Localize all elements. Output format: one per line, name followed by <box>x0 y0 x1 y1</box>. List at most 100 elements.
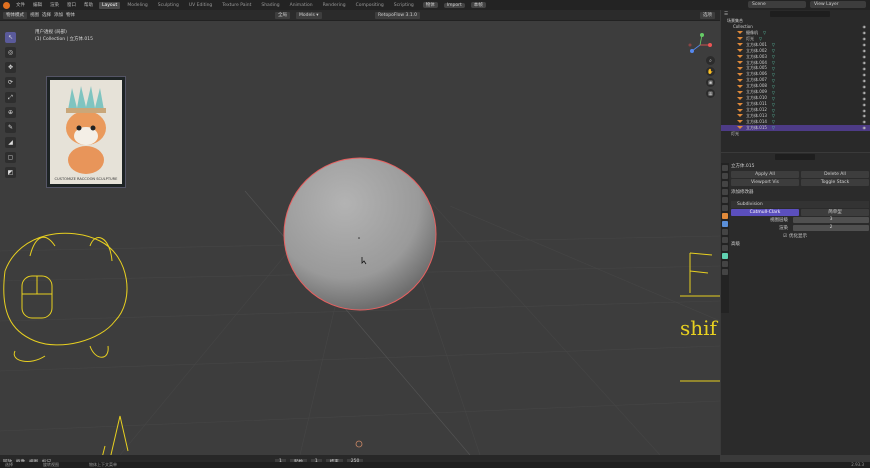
eye-icon[interactable]: ◉ <box>863 36 867 41</box>
world-tab-icon[interactable] <box>722 205 728 211</box>
filter-icon[interactable]: ☰ <box>724 12 728 17</box>
workspace-tab-texture[interactable]: Texture Paint <box>219 2 254 9</box>
menu-select[interactable]: 选择 <box>42 12 51 18</box>
advanced-section[interactable]: 高级 <box>731 241 740 248</box>
modifier-name[interactable]: Subdivision <box>737 201 763 208</box>
physics-tab-icon[interactable] <box>722 237 728 243</box>
material-tab-icon[interactable] <box>722 261 728 267</box>
rotate-tool-icon[interactable]: ⟳ <box>5 77 16 88</box>
properties-search-input[interactable] <box>775 154 815 160</box>
workspace-tab-uv[interactable]: UV Editing <box>186 2 215 9</box>
data-tab-icon[interactable] <box>722 253 728 259</box>
eye-icon[interactable]: ◉ <box>863 113 867 118</box>
tool-shelf: ↖ ◎ ✥ ⟳ ⤢ ⊕ ✎ ◢ ▢ ◩ <box>3 30 31 180</box>
retopoflow-button[interactable]: RetopoFlow 3.1.0 <box>375 12 420 19</box>
models-dropdown[interactable]: Models ▾ <box>296 12 322 19</box>
workspace-tab-layout[interactable]: Layout <box>99 1 121 9</box>
view-layer-tab-icon[interactable] <box>722 189 728 195</box>
scene-selector[interactable]: Scene <box>748 1 806 8</box>
eye-icon[interactable]: ◉ <box>863 108 867 113</box>
modifier-icon: ▽ <box>771 125 775 131</box>
levels-viewport-field[interactable]: 3 <box>793 217 869 223</box>
tool-tab-icon[interactable] <box>722 165 728 171</box>
modifier-tab-icon[interactable] <box>722 221 728 227</box>
toggle-stack-button[interactable]: Toggle Stack <box>801 179 869 186</box>
particles-tab-icon[interactable] <box>722 229 728 235</box>
mesh-icon <box>737 90 743 94</box>
transform-orientation[interactable]: 全局 <box>275 12 290 19</box>
transform-tool-icon[interactable]: ⊕ <box>5 107 16 118</box>
constraints-tab-icon[interactable] <box>722 245 728 251</box>
simple-button[interactable]: 简单型 <box>801 209 869 216</box>
eye-icon[interactable]: ◉ <box>863 125 867 130</box>
mode-dropdown[interactable]: 物体模式 <box>3 11 27 19</box>
menu-object[interactable]: 物体 <box>66 12 75 18</box>
add-cube-tool-icon[interactable]: ▢ <box>5 152 16 163</box>
object-tab-icon[interactable] <box>722 213 728 219</box>
render-tab-icon[interactable] <box>722 173 728 179</box>
blender-logo-icon[interactable] <box>3 1 10 9</box>
workspace-tab-shading[interactable]: Shading <box>258 2 282 9</box>
eye-icon[interactable]: ◉ <box>863 42 867 47</box>
options-dropdown[interactable]: 选项 <box>700 12 715 19</box>
eye-icon[interactable]: ◉ <box>863 119 867 124</box>
raccoon-figure-image <box>50 80 122 184</box>
render-levels-field[interactable]: 2 <box>793 225 869 231</box>
texture-tab-icon[interactable] <box>722 269 728 275</box>
scale-tool-icon[interactable]: ⤢ <box>5 92 16 103</box>
grid-icon[interactable]: ▦ <box>706 89 715 98</box>
viewport-vis-button[interactable]: Viewport Vis <box>731 179 799 186</box>
workspace-tab-scripting[interactable]: Scripting <box>391 2 417 9</box>
pan-hand-icon[interactable]: ✋ <box>706 67 715 76</box>
3d-viewport[interactable]: 用户透视 (局部) (1) Collection | 立方体.015 shif … <box>0 21 720 455</box>
outliner-row-extra[interactable]: 灯光 <box>721 131 870 137</box>
eye-icon[interactable]: ◉ <box>863 66 867 71</box>
frame-pill[interactable]: 本帧 <box>470 2 486 8</box>
measure-tool-icon[interactable]: ◢ <box>5 137 16 148</box>
eye-icon[interactable]: ◉ <box>863 72 867 77</box>
eye-icon[interactable]: ◉ <box>863 78 867 83</box>
delete-all-button[interactable]: Delete All <box>801 171 869 178</box>
cursor-tool-icon[interactable]: ◎ <box>5 47 16 58</box>
menu-edit[interactable]: 编辑 <box>31 2 44 8</box>
eye-icon[interactable]: ◉ <box>863 30 867 35</box>
menu-view[interactable]: 视图 <box>30 12 39 18</box>
workspace-tab-rendering[interactable]: Rendering <box>320 2 349 9</box>
eye-icon[interactable]: ◉ <box>863 96 867 101</box>
catmull-clark-button[interactable]: Catmull-Clark <box>731 209 799 216</box>
output-tab-icon[interactable] <box>722 181 728 187</box>
import-pill[interactable]: Import <box>443 2 465 8</box>
reference-image[interactable]: CUSTOMIZE RACCOON SCULPTURE <box>46 76 126 188</box>
eye-icon[interactable]: ◉ <box>863 60 867 65</box>
workspace-tab-compositing[interactable]: Compositing <box>353 2 387 9</box>
workspace-tab-sculpting[interactable]: Sculpting <box>155 2 182 9</box>
eye-icon[interactable]: ◉ <box>863 90 867 95</box>
menu-file[interactable]: 文件 <box>14 2 27 8</box>
workspace-tab-animation[interactable]: Animation <box>287 2 316 9</box>
eye-icon[interactable]: ◉ <box>863 102 867 107</box>
navigation-gizmo[interactable] <box>688 33 712 57</box>
menu-render[interactable]: 渲染 <box>48 2 61 8</box>
object-pill[interactable]: 物体 <box>422 2 438 8</box>
eye-icon[interactable]: ◉ <box>863 24 867 29</box>
apply-all-button[interactable]: Apply All <box>731 171 799 178</box>
workspace-tab-modeling[interactable]: Modeling <box>124 2 150 9</box>
menu-window[interactable]: 窗口 <box>65 2 78 8</box>
select-tool-icon[interactable]: ↖ <box>5 32 16 43</box>
eye-icon[interactable]: ◉ <box>863 84 867 89</box>
optimal-display-checkbox[interactable]: ☑ <box>783 233 787 240</box>
move-tool-icon[interactable]: ✥ <box>5 62 16 73</box>
eye-icon[interactable]: ◉ <box>863 54 867 59</box>
zoom-icon[interactable]: ⌕ <box>706 56 715 65</box>
scene-tab-icon[interactable] <box>722 197 728 203</box>
extrude-tool-icon[interactable]: ◩ <box>5 167 16 178</box>
mesh-icon <box>737 43 743 47</box>
menu-add[interactable]: 添加 <box>54 12 63 18</box>
camera-view-icon[interactable]: ▣ <box>706 78 715 87</box>
outliner-search-input[interactable] <box>770 11 831 17</box>
view-layer-selector[interactable]: View Layer <box>810 1 866 8</box>
add-modifier-dropdown[interactable]: 添加修改器 <box>731 189 754 196</box>
menu-help[interactable]: 帮助 <box>82 2 95 8</box>
eye-icon[interactable]: ◉ <box>863 48 867 53</box>
annotate-tool-icon[interactable]: ✎ <box>5 122 16 133</box>
